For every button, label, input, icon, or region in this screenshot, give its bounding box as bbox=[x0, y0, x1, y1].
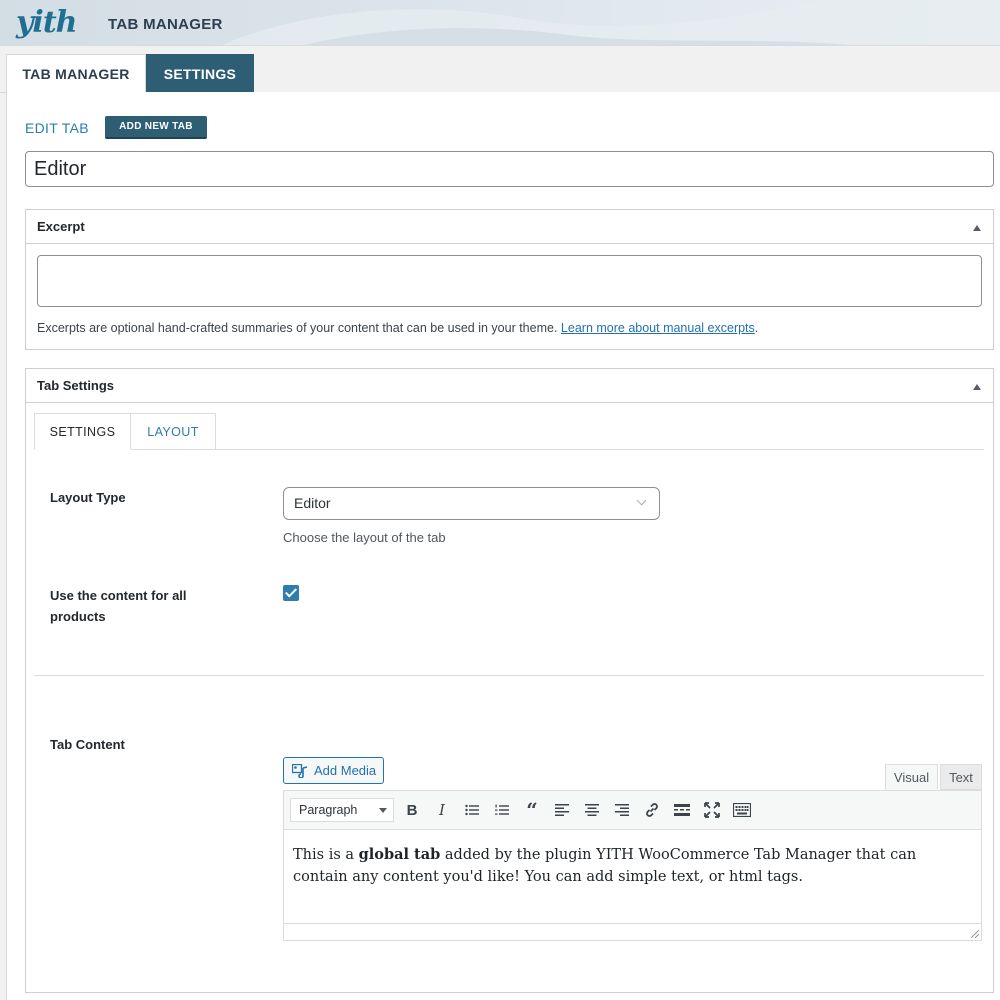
collapse-arrow-icon[interactable] bbox=[973, 384, 981, 390]
italic-icon[interactable]: I bbox=[432, 800, 452, 820]
tab-settings-box: Tab Settings SETTINGS LAYOUT Layout Type… bbox=[25, 368, 994, 993]
fullscreen-icon[interactable] bbox=[702, 800, 722, 820]
tab-title-input[interactable]: Editor bbox=[25, 151, 994, 187]
content-text-1: This is a bbox=[293, 847, 359, 863]
blockquote-icon[interactable]: “ bbox=[522, 798, 542, 822]
align-right-icon[interactable] bbox=[612, 800, 632, 820]
editor-toolbar: Paragraph B I “ bbox=[284, 791, 981, 830]
yith-logo: yith bbox=[16, 5, 77, 40]
read-more-icon[interactable] bbox=[672, 800, 692, 820]
layout-type-label: Layout Type bbox=[50, 490, 126, 505]
tab-visual[interactable]: Visual bbox=[885, 764, 938, 790]
inner-tabs: SETTINGS LAYOUT bbox=[34, 413, 984, 450]
add-media-button[interactable]: Add Media bbox=[283, 757, 384, 784]
use-content-checkbox[interactable] bbox=[283, 585, 299, 601]
caret-down-icon bbox=[379, 808, 387, 813]
bold-icon[interactable]: B bbox=[402, 800, 422, 820]
add-new-tab-button[interactable]: ADD NEW TAB bbox=[105, 116, 207, 139]
chevron-down-icon bbox=[636, 495, 647, 506]
app-title: TAB MANAGER bbox=[108, 16, 223, 33]
content-editor: Paragraph B I “ This is a global tab add… bbox=[283, 790, 982, 941]
collapse-arrow-icon[interactable] bbox=[973, 225, 981, 231]
tab-text[interactable]: Text bbox=[940, 764, 982, 790]
media-icon bbox=[292, 763, 308, 778]
excerpt-help-text: Excerpts are optional hand-crafted summa… bbox=[37, 321, 758, 335]
excerpt-box: Excerpt Excerpts are optional hand-craft… bbox=[25, 209, 994, 350]
page-title: EDIT TAB bbox=[25, 120, 89, 136]
tab-settings[interactable]: SETTINGS bbox=[146, 54, 254, 93]
excerpt-title: Excerpt bbox=[37, 219, 85, 234]
tab-content-label: Tab Content bbox=[50, 737, 125, 752]
format-select-value: Paragraph bbox=[299, 803, 358, 817]
inner-tab-layout[interactable]: LAYOUT bbox=[131, 413, 216, 450]
tab-settings-header[interactable]: Tab Settings bbox=[26, 369, 993, 403]
bullet-list-icon[interactable] bbox=[462, 800, 482, 820]
layout-type-value: Editor bbox=[294, 495, 331, 511]
learn-more-excerpts-link[interactable]: Learn more about manual excerpts bbox=[561, 321, 755, 335]
use-content-label-line1: Use the content for all bbox=[50, 588, 187, 603]
align-center-icon[interactable] bbox=[582, 800, 602, 820]
tab-tab-manager[interactable]: TAB MANAGER bbox=[6, 54, 146, 94]
resize-grip-icon[interactable] bbox=[971, 930, 979, 938]
excerpt-header[interactable]: Excerpt bbox=[26, 210, 993, 244]
inner-tab-settings[interactable]: SETTINGS bbox=[34, 413, 131, 450]
use-content-label: Use the content for all products bbox=[50, 585, 187, 627]
main-tabs: TAB MANAGER SETTINGS bbox=[0, 46, 1000, 94]
content-bold-text: global tab bbox=[358, 846, 441, 863]
editor-content[interactable]: This is a global tab added by the plugin… bbox=[293, 844, 973, 888]
use-content-label-line2: products bbox=[50, 609, 106, 624]
excerpt-help-body: Excerpts are optional hand-crafted summa… bbox=[37, 321, 558, 335]
keyboard-icon[interactable] bbox=[732, 800, 752, 820]
align-left-icon[interactable] bbox=[552, 800, 572, 820]
tab-settings-title: Tab Settings bbox=[37, 378, 115, 393]
add-media-label: Add Media bbox=[314, 763, 377, 778]
numbered-list-icon[interactable] bbox=[492, 800, 512, 820]
layout-type-help: Choose the layout of the tab bbox=[283, 530, 446, 545]
main-content: EDIT TAB ADD NEW TAB Editor Excerpt Exce… bbox=[6, 92, 1000, 1000]
excerpt-textarea[interactable] bbox=[37, 255, 982, 307]
excerpt-help-end: . bbox=[754, 321, 759, 335]
format-select[interactable]: Paragraph bbox=[290, 798, 394, 822]
layout-type-select[interactable]: Editor bbox=[283, 487, 660, 520]
divider bbox=[34, 675, 984, 676]
top-header: yith TAB MANAGER bbox=[0, 0, 1000, 46]
editor-statusbar bbox=[284, 923, 981, 940]
link-icon[interactable] bbox=[642, 800, 662, 820]
